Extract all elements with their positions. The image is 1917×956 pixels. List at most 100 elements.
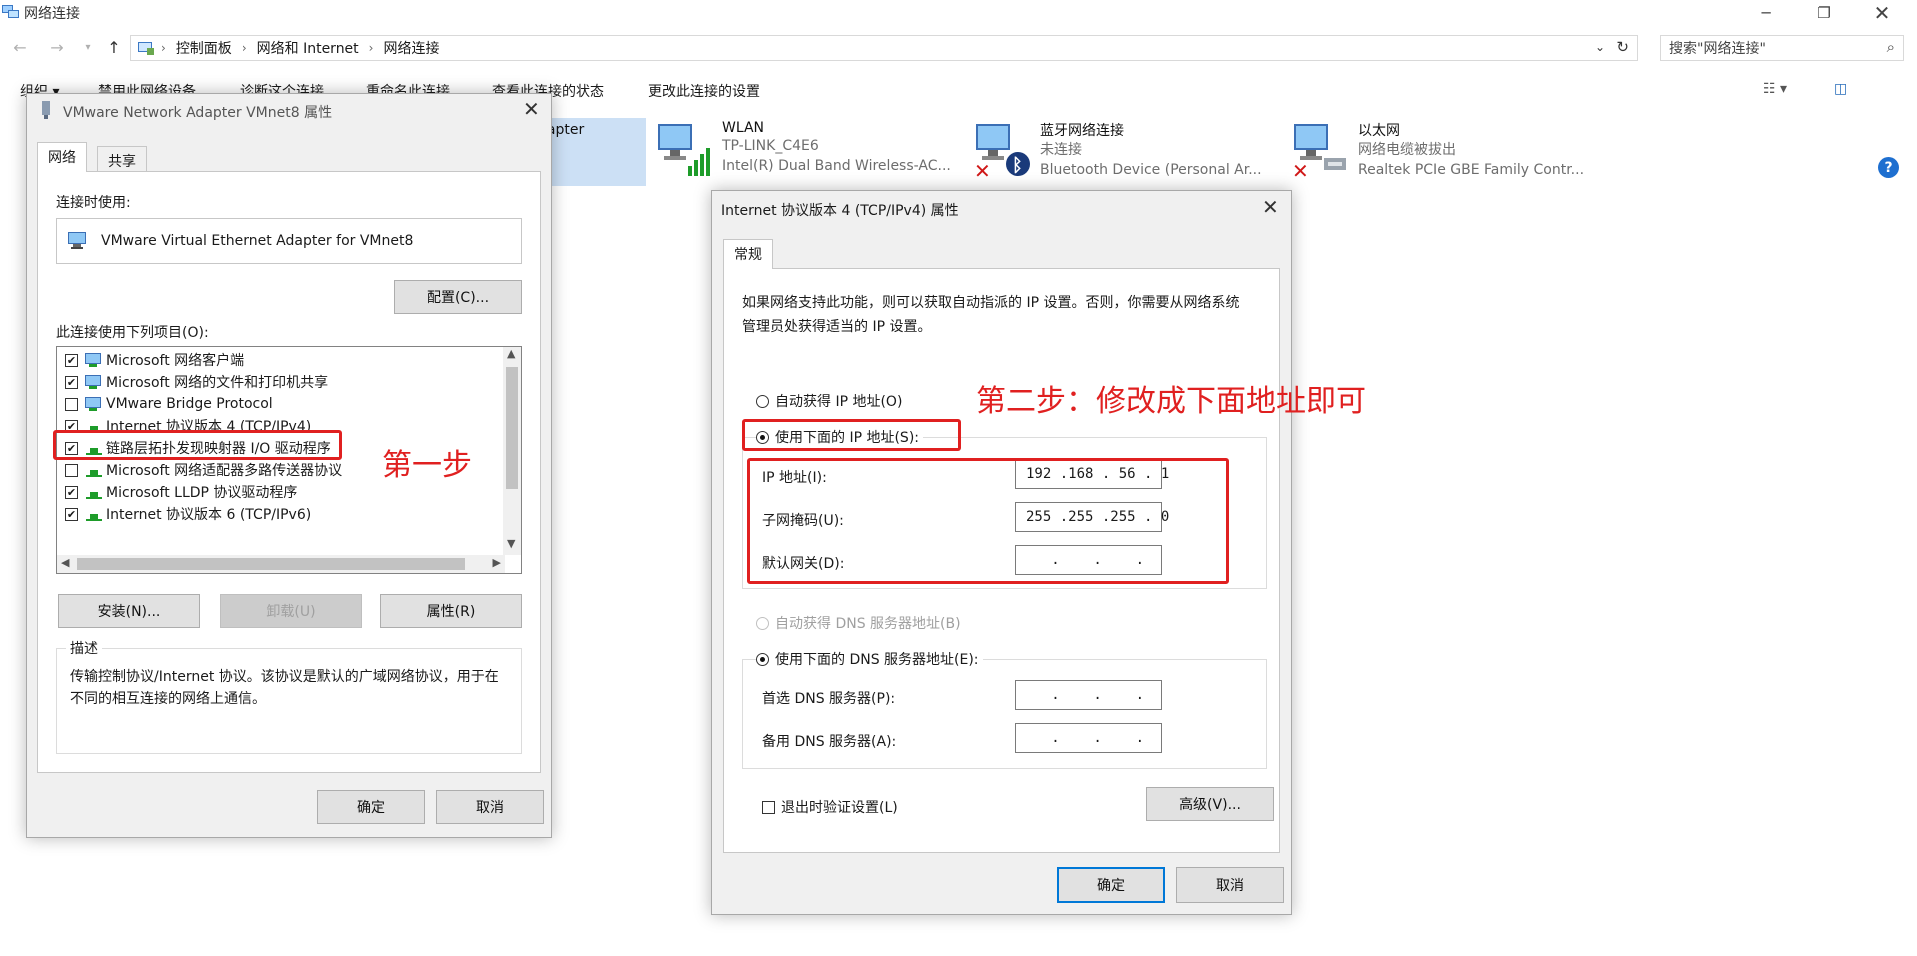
scroll-left-icon[interactable]: ◀ xyxy=(61,556,69,569)
wlan-device: Intel(R) Dual Band Wireless-AC... xyxy=(722,158,951,174)
preferred-dns-label: 首选 DNS 服务器(P): xyxy=(762,691,896,707)
refresh-icon[interactable]: ↻ xyxy=(1616,38,1629,56)
ipv4-cancel-button[interactable]: 取消 xyxy=(1176,867,1284,903)
protocol-icon xyxy=(86,514,102,521)
address-row: ← → ▾ ↑ › 控制面板 › 网络和 Internet › 网络连接 ⌄ ↻… xyxy=(0,34,1917,62)
adapter-properties-dialog: VMware Network Adapter VMnet8 属性 ✕ 网络 共享… xyxy=(26,93,552,838)
scroll-right-icon[interactable]: ▶ xyxy=(493,556,501,569)
ethernet-adapter-icon: ✕ xyxy=(1292,124,1346,180)
wlan-status: TP-LINK_C4E6 xyxy=(722,138,819,154)
tab-general[interactable]: 常规 xyxy=(723,239,773,269)
tab-network[interactable]: 网络 xyxy=(37,142,87,172)
connection-item-wlan[interactable]: WLAN TP-LINK_C4E6 Intel(R) Dual Band Wir… xyxy=(656,118,956,184)
advanced-button[interactable]: 高级(V)... xyxy=(1146,787,1274,821)
list-item[interactable]: VMware Bridge Protocol xyxy=(65,393,495,415)
minimize-button[interactable]: ─ xyxy=(1743,0,1789,26)
bluetooth-device: Bluetooth Device (Personal Ar... xyxy=(1040,162,1262,178)
item-checkbox[interactable]: ✔ xyxy=(65,485,78,499)
connection-item-bluetooth[interactable]: ✕ ᛒ 蓝牙网络连接 未连接 Bluetooth Device (Persona… xyxy=(972,118,1272,184)
adapter-name: VMware Virtual Ethernet Adapter for VMne… xyxy=(101,233,414,249)
uninstall-button[interactable]: 卸载(U) xyxy=(220,594,362,628)
tab-general-label: 常规 xyxy=(734,247,762,263)
item-checkbox[interactable] xyxy=(65,463,78,477)
step1-annotation: 第一步 xyxy=(382,448,472,483)
client-icon xyxy=(85,353,101,367)
breadcrumb-network-internet[interactable]: 网络和 Internet xyxy=(257,38,359,58)
auto-ip-radio[interactable] xyxy=(756,394,769,408)
item-label: Microsoft 网络的文件和打印机共享 xyxy=(106,375,329,391)
item-checkbox[interactable]: ✔ xyxy=(65,353,78,367)
restore-icon: ❐ xyxy=(1817,4,1831,22)
breadcrumb-control-panel[interactable]: 控制面板 xyxy=(176,38,232,58)
adapter-cancel-button[interactable]: 取消 xyxy=(436,790,544,824)
adapter-dialog-close-icon[interactable]: ✕ xyxy=(523,97,540,121)
item-label: Microsoft LLDP 协议驱动程序 xyxy=(106,485,298,501)
items-label: 此连接使用下列项目(O): xyxy=(56,325,209,341)
up-arrow-icon[interactable]: ↑ xyxy=(102,38,126,57)
minimize-icon: ─ xyxy=(1761,4,1771,22)
svg-text:ᛒ: ᛒ xyxy=(1012,155,1023,176)
list-item[interactable]: ✔ Microsoft 网络的文件和打印机共享 xyxy=(65,371,495,393)
ethernet-device: Realtek PCIe GBE Family Contr... xyxy=(1358,162,1585,178)
change-settings-command[interactable]: 更改此连接的设置 xyxy=(648,81,760,101)
auto-dns-radio[interactable] xyxy=(756,616,769,630)
adapter-name-box: VMware Virtual Ethernet Adapter for VMne… xyxy=(56,218,522,264)
recent-dropdown-icon[interactable]: ▾ xyxy=(76,42,100,53)
install-button[interactable]: 安装(N)... xyxy=(58,594,200,628)
adapter-dialog-title: VMware Network Adapter VMnet8 属性 xyxy=(63,105,333,121)
manual-dns-radio[interactable] xyxy=(756,652,769,666)
properties-button[interactable]: 属性(R) xyxy=(380,594,522,628)
back-arrow-icon[interactable]: ← xyxy=(8,38,32,57)
connect-using-label: 连接时使用: xyxy=(56,195,131,211)
manual-ip-highlight-box xyxy=(742,419,961,451)
item-checkbox[interactable] xyxy=(65,397,78,411)
bluetooth-adapter-icon: ✕ ᛒ xyxy=(974,124,1030,180)
item-checkbox[interactable]: ✔ xyxy=(65,375,78,389)
bridge-icon xyxy=(85,397,101,411)
breadcrumb-network-connections[interactable]: 网络连接 xyxy=(383,38,439,58)
description-label: 描述 xyxy=(66,638,102,658)
preview-pane-icon[interactable]: ◫ xyxy=(1834,81,1847,97)
validate-checkbox[interactable] xyxy=(762,800,775,814)
ip-fields-highlight-box xyxy=(747,458,1229,584)
item-label: Microsoft 网络适配器多路传送器协议 xyxy=(106,463,343,479)
ipv4-dialog-close-icon[interactable]: ✕ xyxy=(1262,195,1279,219)
auto-ip-option[interactable]: 自动获得 IP 地址(O) xyxy=(756,391,902,411)
item-checkbox[interactable]: ✔ xyxy=(65,507,78,521)
h-scroll-thumb[interactable] xyxy=(77,558,465,570)
list-item[interactable]: ✔ Internet 协议版本 6 (TCP/IPv6) xyxy=(65,503,495,525)
connection-item-ethernet[interactable]: ✕ 以太网 网络电缆被拔出 Realtek PCIe GBE Family Co… xyxy=(1290,118,1620,184)
ipv4-ok-button[interactable]: 确定 xyxy=(1057,867,1165,903)
horizontal-scrollbar[interactable]: ◀ ▶ xyxy=(57,555,505,573)
auto-dns-option[interactable]: 自动获得 DNS 服务器地址(B) xyxy=(756,613,961,633)
alternate-dns-label: 备用 DNS 服务器(A): xyxy=(762,734,897,750)
vertical-scrollbar[interactable]: ▲ ▼ xyxy=(503,347,521,555)
auto-ip-label: 自动获得 IP 地址(O) xyxy=(775,394,903,410)
scroll-down-icon[interactable]: ▼ xyxy=(507,537,515,550)
close-button[interactable]: ✕ xyxy=(1859,0,1905,26)
forward-arrow-icon[interactable]: → xyxy=(45,38,69,57)
explorer-title-bar: 网络连接 ─ ❐ ✕ xyxy=(0,0,1917,26)
adapter-icon xyxy=(42,101,50,119)
manual-dns-option[interactable]: 使用下面的 DNS 服务器地址(E): xyxy=(756,649,983,669)
configure-button[interactable]: 配置(C)... xyxy=(394,280,522,314)
alternate-dns-input[interactable]: . . . xyxy=(1015,723,1162,753)
validate-option[interactable]: 退出时验证设置(L) xyxy=(762,797,898,817)
scroll-up-icon[interactable]: ▲ xyxy=(507,347,515,360)
wlan-adapter-icon xyxy=(658,124,710,176)
address-bar[interactable]: › 控制面板 › 网络和 Internet › 网络连接 ⌄ ↻ xyxy=(130,35,1638,61)
search-input[interactable]: 搜索"网络连接" ⌕ xyxy=(1660,35,1904,61)
view-options-icon[interactable]: ☷ ▾ xyxy=(1763,81,1787,97)
svg-text:✕: ✕ xyxy=(974,159,991,180)
preferred-dns-input[interactable]: . . . xyxy=(1015,680,1162,710)
scroll-thumb[interactable] xyxy=(506,367,518,489)
protocol-icon xyxy=(86,492,102,499)
help-icon[interactable]: ? xyxy=(1878,157,1899,178)
address-dropdown-icon[interactable]: ⌄ xyxy=(1595,40,1605,54)
restore-button[interactable]: ❐ xyxy=(1801,0,1847,26)
adapter-ok-button[interactable]: 确定 xyxy=(317,790,425,824)
item-label: VMware Bridge Protocol xyxy=(106,396,273,412)
list-item[interactable]: ✔ Microsoft LLDP 协议驱动程序 xyxy=(65,481,495,503)
list-item[interactable]: ✔ Microsoft 网络客户端 xyxy=(65,349,495,371)
validate-label: 退出时验证设置(L) xyxy=(781,800,898,816)
